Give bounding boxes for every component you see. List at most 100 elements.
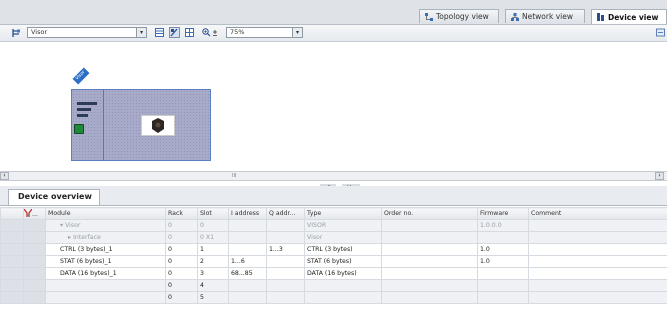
module-cell[interactable]	[45, 291, 166, 304]
scroll-right-icon[interactable]: ›	[655, 172, 664, 180]
horizontal-scrollbar[interactable]: ‹ III ›	[0, 171, 667, 181]
col-header-filter[interactable]: ...	[23, 207, 46, 220]
slot-cell: 1	[197, 243, 229, 256]
table-header-row: ... Module Rack Slot I address Q addr...…	[0, 207, 667, 220]
col-header-type[interactable]: Type	[304, 207, 382, 220]
overview-tab-bar	[0, 186, 667, 206]
module-cell[interactable]: ▸ Interface	[45, 231, 166, 244]
zoom-select[interactable]: 75% ▾	[226, 27, 303, 38]
firmware-cell	[477, 231, 529, 244]
row-selector[interactable]	[0, 291, 24, 304]
col-header-firmware[interactable]: Firmware	[477, 207, 529, 220]
rack-cell: 0	[165, 291, 198, 304]
ethernet-port-icon[interactable]	[74, 124, 84, 134]
col-header-i-address[interactable]: I address	[228, 207, 267, 220]
chevron-down-icon[interactable]: ▾	[292, 28, 302, 37]
tab-topology-label: Topology view	[436, 12, 489, 21]
q-address-cell	[266, 219, 305, 232]
i-address-cell[interactable]: 68...85	[228, 267, 267, 280]
rack-cell: 0	[165, 255, 198, 268]
i-address-cell	[228, 291, 267, 304]
row-marker	[23, 255, 46, 268]
order-cell	[381, 291, 478, 304]
q-address-cell	[266, 231, 305, 244]
col-header-slot[interactable]: Slot	[197, 207, 229, 220]
row-selector[interactable]	[0, 267, 24, 280]
table-row[interactable]: 0 4	[0, 279, 667, 292]
q-address-cell[interactable]	[266, 267, 305, 280]
table-row[interactable]: DATA (16 bytes)_1 0 3 68...85 DATA (16 b…	[0, 267, 667, 280]
tab-network-label: Network view	[522, 12, 573, 21]
filter-icon[interactable]	[24, 208, 33, 219]
panel-collapse-icon[interactable]	[656, 28, 665, 37]
type-cell	[304, 279, 382, 292]
device-tree-icon[interactable]	[11, 28, 20, 37]
i-address-cell[interactable]: 1...6	[228, 255, 267, 268]
col-header-q-address[interactable]: Q addr...	[266, 207, 305, 220]
device-view-icon	[597, 13, 605, 21]
firmware-cell: 1.0	[477, 255, 529, 268]
status-bar	[77, 114, 88, 117]
module-cell[interactable]: CTRL (3 bytes)_1	[45, 243, 166, 256]
order-cell	[381, 219, 478, 232]
row-marker	[23, 279, 46, 292]
i-address-cell	[228, 219, 267, 232]
comment-cell[interactable]	[528, 291, 667, 304]
row-selector[interactable]	[0, 219, 24, 232]
table-row[interactable]: CTRL (3 bytes)_1 0 1 1...3 CTRL (3 bytes…	[0, 243, 667, 256]
toggle-view-icon[interactable]	[169, 27, 180, 38]
col-header-blank	[0, 207, 24, 220]
table-icon[interactable]	[155, 28, 164, 37]
comment-cell[interactable]	[528, 231, 667, 244]
module-cell[interactable]: DATA (16 bytes)_1	[45, 267, 166, 280]
zoom-icon[interactable]	[202, 28, 222, 37]
comment-cell[interactable]	[528, 279, 667, 292]
comment-cell[interactable]	[528, 267, 667, 280]
tab-network-view[interactable]: Network view	[505, 9, 585, 23]
table-row[interactable]: STAT (6 bytes)_1 0 2 1...6 STAT (6 bytes…	[0, 255, 667, 268]
slot-cell: 5	[197, 291, 229, 304]
col-header-order-no[interactable]: Order no.	[381, 207, 478, 220]
order-cell	[381, 231, 478, 244]
device-select[interactable]: Visor ▾	[27, 27, 147, 38]
tab-device-overview[interactable]: Device overview	[8, 189, 100, 205]
slot-cell: 3	[197, 267, 229, 280]
q-address-cell[interactable]	[266, 255, 305, 268]
tab-device-view[interactable]: Device view	[591, 9, 667, 24]
table-row[interactable]: ▾ Visor 0 0 VISOR 1.0.0.0	[0, 219, 667, 232]
scroll-left-icon[interactable]: ‹	[0, 172, 9, 180]
col-header-comment[interactable]: Comment	[528, 207, 667, 220]
col-header-rack[interactable]: Rack	[165, 207, 198, 220]
comment-cell[interactable]	[528, 219, 667, 232]
order-cell	[381, 267, 478, 280]
col-header-module[interactable]: Module	[45, 207, 166, 220]
firmware-cell	[477, 267, 529, 280]
device-head-module[interactable]	[71, 89, 104, 161]
type-cell: CTRL (3 bytes)	[304, 243, 382, 256]
i-address-cell	[228, 231, 267, 244]
row-selector[interactable]	[0, 243, 24, 256]
scroll-thumb-grip[interactable]: III	[232, 173, 236, 179]
row-marker	[23, 267, 46, 280]
row-selector[interactable]	[0, 279, 24, 292]
type-cell: STAT (6 bytes)	[304, 255, 382, 268]
table-row[interactable]: ▸ Interface 0 0 X1 Visor	[0, 231, 667, 244]
rack-cell: 0	[165, 219, 198, 232]
grid-icon[interactable]	[185, 28, 194, 37]
table-row[interactable]: 0 5	[0, 291, 667, 304]
type-cell: VISOR	[304, 219, 382, 232]
i-address-cell[interactable]	[228, 243, 267, 256]
module-cell[interactable]	[45, 279, 166, 292]
slot-cell: 0	[197, 219, 229, 232]
row-selector[interactable]	[0, 231, 24, 244]
comment-cell[interactable]	[528, 243, 667, 256]
module-cell[interactable]: STAT (6 bytes)_1	[45, 255, 166, 268]
chevron-down-icon[interactable]: ▾	[136, 28, 146, 37]
tab-topology-view[interactable]: Topology view	[419, 9, 499, 23]
rack-cell: 0	[165, 279, 198, 292]
q-address-cell	[266, 291, 305, 304]
row-selector[interactable]	[0, 255, 24, 268]
module-cell[interactable]: ▾ Visor	[45, 219, 166, 232]
comment-cell[interactable]	[528, 255, 667, 268]
q-address-cell[interactable]: 1...3	[266, 243, 305, 256]
